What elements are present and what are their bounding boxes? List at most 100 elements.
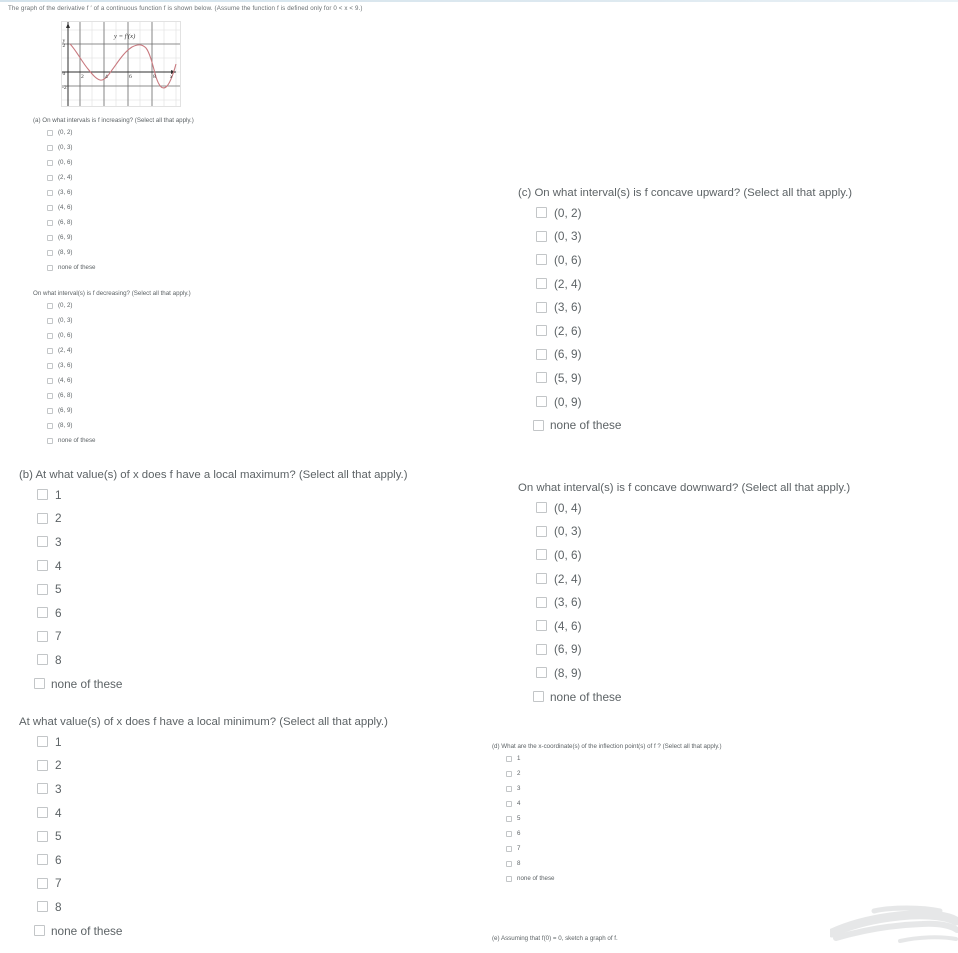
checkbox-icon[interactable]	[47, 234, 53, 241]
checkbox-icon[interactable]	[47, 219, 53, 226]
option-row[interactable]: (0, 6)	[33, 155, 194, 170]
option-row[interactable]: (3, 6)	[518, 590, 850, 614]
option-row[interactable]: (8, 9)	[518, 661, 850, 685]
checkbox-icon[interactable]	[536, 372, 547, 384]
checkbox-icon[interactable]	[37, 877, 48, 889]
checkbox-icon[interactable]	[536, 667, 547, 679]
option-row-none[interactable]: none of these	[33, 260, 194, 275]
option-row[interactable]: (2, 4)	[33, 343, 191, 358]
option-row[interactable]: (0, 2)	[33, 298, 191, 313]
checkbox-icon[interactable]	[47, 377, 53, 384]
checkbox-icon[interactable]	[47, 422, 53, 429]
checkbox-icon[interactable]	[47, 264, 53, 271]
option-row[interactable]: (0, 2)	[518, 201, 852, 225]
checkbox-icon[interactable]	[37, 830, 48, 842]
option-row[interactable]: 5	[19, 824, 388, 848]
option-row[interactable]: (0, 3)	[33, 140, 194, 155]
checkbox-icon[interactable]	[47, 204, 53, 211]
checkbox-icon[interactable]	[47, 332, 53, 339]
checkbox-icon[interactable]	[536, 502, 547, 514]
checkbox-icon[interactable]	[37, 489, 48, 501]
option-row[interactable]: 5	[492, 811, 722, 826]
option-row[interactable]: 3	[19, 530, 408, 554]
option-row[interactable]: (0, 3)	[518, 225, 852, 249]
option-row[interactable]: 4	[19, 554, 408, 578]
option-row[interactable]: (6, 8)	[33, 215, 194, 230]
checkbox-icon[interactable]	[47, 129, 53, 136]
option-row[interactable]: 8	[19, 895, 388, 919]
option-row[interactable]: 3	[492, 781, 722, 796]
option-row-none[interactable]: none of these	[19, 672, 408, 696]
checkbox-icon[interactable]	[47, 347, 53, 354]
option-row[interactable]: (5, 9)	[518, 366, 852, 390]
checkbox-icon[interactable]	[47, 362, 53, 369]
option-row[interactable]: (6, 9)	[33, 230, 194, 245]
option-row[interactable]: 7	[19, 872, 388, 896]
option-row[interactable]: 3	[19, 777, 388, 801]
option-row[interactable]: 2	[492, 766, 722, 781]
option-row[interactable]: 1	[492, 751, 722, 766]
option-row[interactable]: (6, 9)	[518, 343, 852, 367]
checkbox-icon[interactable]	[47, 144, 53, 151]
checkbox-icon[interactable]	[47, 302, 53, 309]
checkbox-icon[interactable]	[37, 901, 48, 913]
checkbox-icon[interactable]	[506, 800, 512, 807]
option-row[interactable]: (2, 4)	[518, 272, 852, 296]
checkbox-icon[interactable]	[536, 549, 547, 561]
option-row[interactable]: (0, 3)	[33, 313, 191, 328]
option-row[interactable]: 2	[19, 507, 408, 531]
checkbox-icon[interactable]	[47, 174, 53, 181]
checkbox-icon[interactable]	[37, 654, 48, 666]
checkbox-icon[interactable]	[536, 643, 547, 655]
checkbox-icon[interactable]	[536, 254, 547, 266]
checkbox-icon[interactable]	[47, 407, 53, 414]
option-row[interactable]: (2, 4)	[518, 567, 850, 591]
option-row[interactable]: (8, 9)	[33, 418, 191, 433]
option-row[interactable]: (2, 6)	[518, 319, 852, 343]
checkbox-icon[interactable]	[536, 325, 547, 337]
option-row[interactable]: 4	[492, 796, 722, 811]
checkbox-icon[interactable]	[47, 437, 53, 444]
checkbox-icon[interactable]	[47, 159, 53, 166]
option-row[interactable]: (2, 4)	[33, 170, 194, 185]
checkbox-icon[interactable]	[506, 830, 512, 837]
checkbox-icon[interactable]	[536, 396, 547, 408]
checkbox-icon[interactable]	[37, 854, 48, 866]
checkbox-icon[interactable]	[37, 783, 48, 795]
checkbox-icon[interactable]	[506, 875, 512, 882]
option-row[interactable]: (0, 6)	[518, 543, 850, 567]
option-row[interactable]: (0, 9)	[518, 390, 852, 414]
option-row[interactable]: 1	[19, 730, 388, 754]
option-row[interactable]: 8	[492, 856, 722, 871]
checkbox-icon[interactable]	[34, 925, 45, 937]
option-row-none[interactable]: none of these	[518, 413, 852, 437]
checkbox-icon[interactable]	[37, 607, 48, 619]
checkbox-icon[interactable]	[536, 230, 547, 242]
option-row[interactable]: (6, 9)	[518, 638, 850, 662]
checkbox-icon[interactable]	[47, 392, 53, 399]
checkbox-icon[interactable]	[536, 620, 547, 632]
checkbox-icon[interactable]	[37, 512, 48, 524]
checkbox-icon[interactable]	[506, 860, 512, 867]
option-row[interactable]: 6	[19, 848, 388, 872]
checkbox-icon[interactable]	[37, 736, 48, 748]
option-row[interactable]: (8, 9)	[33, 245, 194, 260]
option-row[interactable]: 4	[19, 801, 388, 825]
checkbox-icon[interactable]	[47, 317, 53, 324]
option-row[interactable]: (0, 3)	[518, 520, 850, 544]
checkbox-icon[interactable]	[506, 755, 512, 762]
option-row[interactable]: 7	[492, 841, 722, 856]
option-row[interactable]: (0, 6)	[518, 248, 852, 272]
option-row[interactable]: (4, 6)	[33, 200, 194, 215]
checkbox-icon[interactable]	[506, 845, 512, 852]
checkbox-icon[interactable]	[536, 301, 547, 313]
checkbox-icon[interactable]	[536, 525, 547, 537]
checkbox-icon[interactable]	[47, 249, 53, 256]
checkbox-icon[interactable]	[37, 630, 48, 642]
option-row[interactable]: 6	[492, 826, 722, 841]
option-row-none[interactable]: none of these	[33, 433, 191, 448]
option-row[interactable]: (0, 2)	[33, 125, 194, 140]
checkbox-icon[interactable]	[37, 560, 48, 572]
option-row[interactable]: (0, 6)	[33, 328, 191, 343]
option-row[interactable]: (6, 9)	[33, 403, 191, 418]
